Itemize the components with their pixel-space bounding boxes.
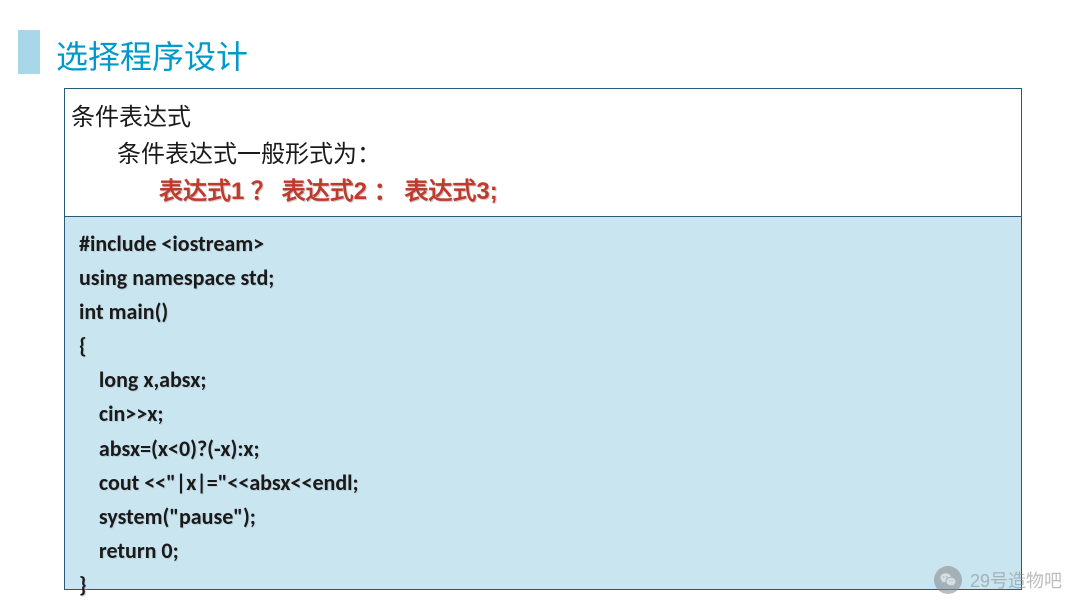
definition-line-1: 条件表达式 [71, 97, 1015, 132]
code-line: cout <<"|x|="<<absx<<endl; [79, 466, 1007, 500]
page-title: 选择程序设计 [56, 32, 248, 78]
watermark: 29号造物吧 [934, 566, 1062, 594]
code-line: return 0; [79, 534, 1007, 568]
watermark-text: 29号造物吧 [970, 567, 1062, 593]
definition-line-2: 条件表达式一般形式为： [117, 134, 1015, 169]
code-line: using namespace std; [79, 261, 1007, 295]
code-line: { [79, 329, 1007, 363]
code-line: long x,absx; [79, 363, 1007, 397]
code-line: } [79, 568, 1007, 602]
code-line: #include <iostream> [79, 227, 1007, 261]
wechat-icon [934, 566, 962, 594]
code-box: #include <iostream> using namespace std;… [64, 216, 1022, 590]
definition-box: 条件表达式 条件表达式一般形式为： 表达式1 ？ 表达式2 ： 表达式3; [64, 88, 1022, 217]
code-line: cin>>x; [79, 397, 1007, 431]
code-line: system("pause"); [79, 500, 1007, 534]
code-line: int main() [79, 295, 1007, 329]
header-accent-bar [18, 30, 40, 74]
definition-syntax: 表达式1 ？ 表达式2 ： 表达式3; [159, 171, 1015, 206]
code-line: absx=(x<0)?(-x):x; [79, 432, 1007, 466]
